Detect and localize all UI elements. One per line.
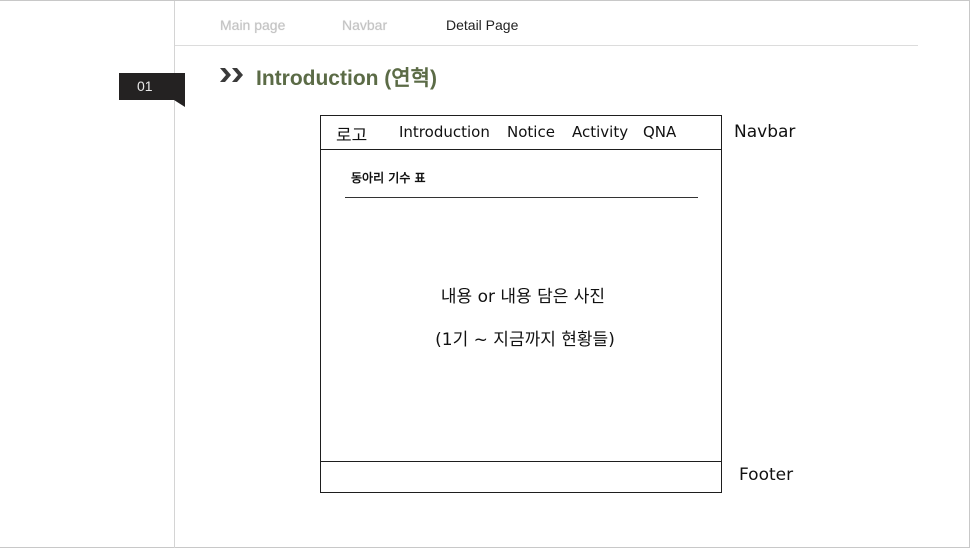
footer-annotation: Footer [739, 465, 794, 485]
wireframe-box: 로고 Introduction Notice Activity QNA 동아리 … [320, 115, 722, 493]
wireframe-nav-notice[interactable]: Notice [507, 123, 555, 141]
tab-navbar[interactable]: Navbar [342, 17, 387, 33]
wireframe-navbar: 로고 Introduction Notice Activity QNA [321, 116, 721, 150]
tab-main-page[interactable]: Main page [220, 17, 285, 33]
double-chevron-right-icon [220, 68, 243, 82]
wireframe-nav-qna[interactable]: QNA [643, 123, 676, 141]
content-placeholder-line-2: (1기 ~ 지금까지 현황들) [435, 330, 615, 350]
navbar-annotation: Navbar [734, 122, 796, 142]
wireframe-logo[interactable]: 로고 [336, 121, 367, 146]
badge-fold-corner [174, 100, 185, 107]
subtitle-underline [345, 197, 698, 198]
wireframe-nav-introduction[interactable]: Introduction [399, 123, 490, 141]
section-number-badge: 01 [119, 73, 185, 100]
wireframe-nav-activity[interactable]: Activity [572, 123, 628, 141]
tab-detail-page[interactable]: Detail Page [446, 17, 518, 33]
page-canvas: Main page Navbar Detail Page 01 Introduc… [0, 0, 970, 548]
wireframe-footer [321, 461, 721, 493]
content-placeholder-line-1: 내용 or 내용 담은 사진 [440, 287, 606, 307]
section-title: Introduction (연혁) [256, 67, 437, 90]
top-tab-bar: Main page Navbar Detail Page [175, 1, 918, 46]
wireframe-subtitle: 동아리 기수 표 [351, 171, 426, 185]
